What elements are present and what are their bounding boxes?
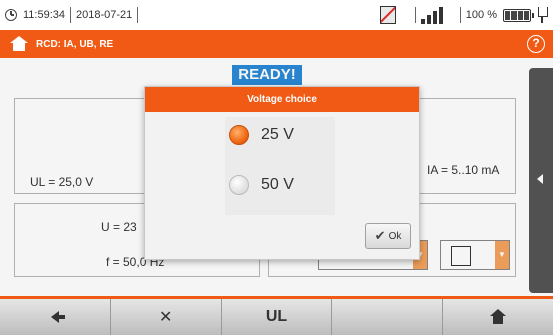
- empty-button[interactable]: [332, 299, 444, 335]
- back-icon: [50, 311, 65, 323]
- sd-card-icon: [379, 6, 396, 24]
- home-icon[interactable]: [10, 36, 28, 52]
- ok-label: Ok: [388, 230, 402, 242]
- divider: [70, 7, 72, 23]
- ok-button[interactable]: ✔ Ok: [365, 223, 411, 249]
- option-50v[interactable]: 50 V: [229, 175, 294, 195]
- help-icon[interactable]: ?: [527, 35, 545, 53]
- tools-icon: ✕: [158, 309, 173, 326]
- back-button[interactable]: [0, 299, 111, 335]
- option-25v[interactable]: 25 V: [229, 125, 294, 145]
- battery-icon: [503, 8, 534, 22]
- check-icon: ✔: [374, 228, 386, 243]
- signal-icon: [420, 6, 443, 24]
- page-title: RCD: IA, UB, RE: [36, 38, 114, 50]
- status-bar: 11:59:34 2018-07-21 100 %: [0, 0, 553, 30]
- clock-icon: [5, 9, 17, 21]
- ul-button[interactable]: UL: [222, 299, 333, 335]
- divider: [137, 7, 139, 23]
- option-label: 50 V: [261, 176, 294, 193]
- voltage-choice-dialog: Voltage choice 25 V 50 V ✔ Ok: [144, 86, 420, 260]
- status-indicators: 100 %: [379, 0, 553, 30]
- plug-icon: [537, 7, 548, 23]
- battery-level: 100 %: [465, 9, 497, 21]
- option-label: 25 V: [261, 126, 294, 143]
- tools-button[interactable]: ✕: [111, 299, 222, 335]
- home-icon: [490, 309, 507, 325]
- home-button[interactable]: [443, 299, 553, 335]
- divider: [459, 7, 461, 23]
- status-date: 2018-07-21: [76, 9, 133, 21]
- title-bar: RCD: IA, UB, RE ?: [0, 30, 553, 58]
- status-time: 11:59:34: [23, 9, 66, 21]
- radio-unselected[interactable]: [229, 175, 249, 195]
- dialog-title: Voltage choice: [145, 87, 419, 112]
- radio-selected[interactable]: [229, 125, 249, 145]
- divider: [414, 7, 416, 23]
- bottom-toolbar: ✕ UL: [0, 296, 553, 335]
- ul-button-label: UL: [265, 308, 288, 325]
